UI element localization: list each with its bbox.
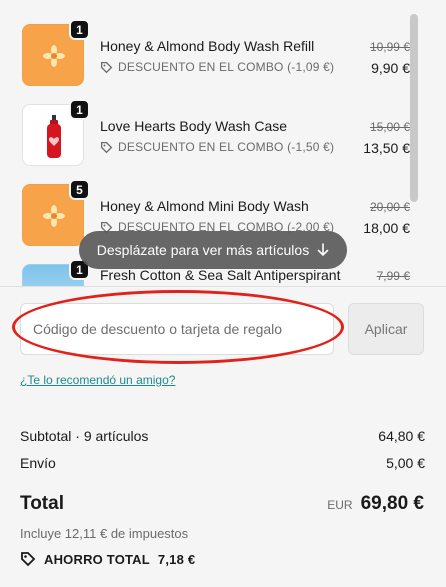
honey-flower-icon [43, 45, 65, 67]
item-price: 13,50 € [363, 140, 410, 156]
savings-label: AHORRO TOTAL [44, 551, 150, 567]
item-discount: DESCUENTO EN EL COMBO (-1,50 €) [100, 140, 334, 154]
section-divider [0, 286, 446, 287]
total-value: 69,80 € [360, 493, 424, 514]
red-bottle-icon [47, 115, 61, 158]
currency-code: EUR [327, 498, 353, 512]
scroll-hint-button[interactable]: Desplázate para ver más artículos [79, 231, 347, 269]
shipping-value: 5,00 € [386, 455, 425, 471]
original-price: 7,99 € [376, 269, 410, 283]
item-discount-label: DESCUENTO EN EL COMBO (-1,50 €) [118, 140, 335, 154]
referral-link[interactable]: ¿Te lo recomendó un amigo? [20, 373, 175, 387]
item-title: Fresh Cotton & Sea Salt Antiperspirant [100, 267, 341, 283]
item-title: Love Hearts Body Wash Case [100, 118, 288, 134]
quantity-badge: 1 [69, 19, 90, 40]
total-label: Total [20, 493, 64, 514]
item-title: Honey & Almond Mini Body Wash [100, 198, 309, 214]
total-amount: EUR 69,80 € [327, 493, 424, 515]
savings-value: 7,18 € [157, 551, 196, 567]
item-discount-label: DESCUENTO EN EL COMBO (-1,09 €) [118, 60, 335, 74]
arrow-down-icon [317, 243, 329, 257]
total-savings: AHORRO TOTAL 7,18 € [20, 551, 195, 567]
apply-button[interactable]: Aplicar [348, 303, 424, 355]
cart-item: 1 Love Hearts Body Wash Case DESCUENTO E… [22, 99, 412, 170]
quantity-badge: 5 [69, 179, 90, 200]
item-price: 18,00 € [363, 220, 410, 236]
discount-code-input[interactable] [20, 303, 334, 355]
tag-icon [21, 552, 36, 567]
subtotal-label: Subtotal · 9 artículos [20, 428, 149, 444]
item-price: 9,90 € [371, 60, 410, 76]
tag-icon [100, 141, 113, 153]
taxes-note: Incluye 12,11 € de impuestos [20, 526, 189, 541]
cart-item: 1 Honey & Almond Body Wash Refill DESCUE… [22, 19, 412, 90]
shipping-label: Envío [20, 455, 56, 471]
subtotal-row: Subtotal · 9 artículos 64,80 € [20, 428, 425, 444]
shipping-row: Envío 5,00 € [20, 455, 425, 471]
cart-items-list[interactable]: 1 Honey & Almond Body Wash Refill DESCUE… [0, 0, 446, 286]
item-title: Honey & Almond Body Wash Refill [100, 38, 315, 54]
scroll-hint-label: Desplázate para ver más artículos [96, 242, 310, 258]
tag-icon [100, 61, 113, 73]
item-discount: DESCUENTO EN EL COMBO (-1,09 €) [100, 60, 334, 74]
subtotal-value: 64,80 € [378, 428, 425, 444]
honey-flower-icon [43, 205, 65, 227]
original-price: 15,00 € [369, 120, 410, 134]
quantity-badge: 1 [69, 99, 90, 120]
scrollbar-thumb[interactable] [410, 14, 418, 202]
original-price: 10,99 € [369, 40, 410, 54]
original-price: 20,00 € [369, 200, 410, 214]
